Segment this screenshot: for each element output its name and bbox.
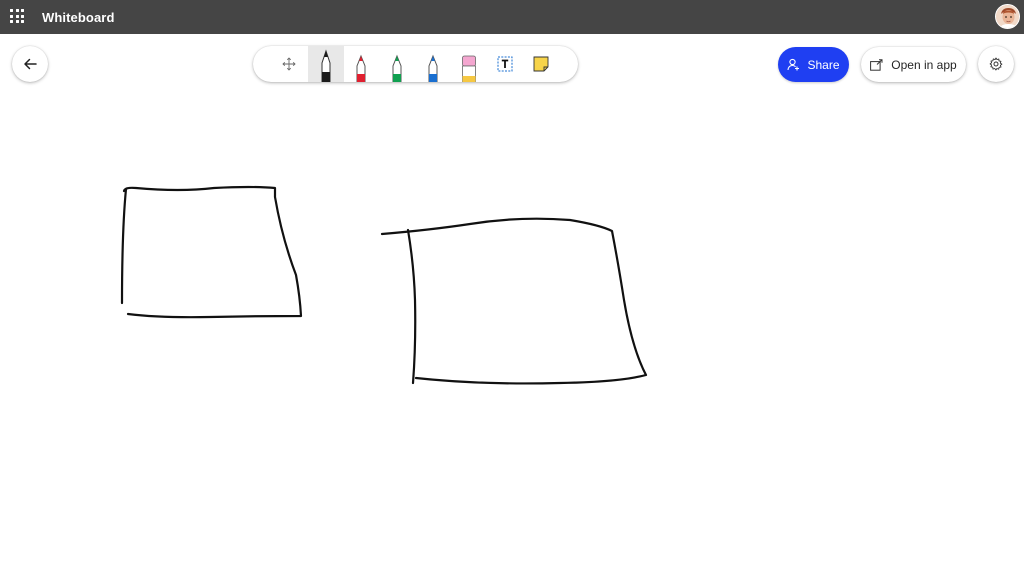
ink-stroke	[380, 217, 648, 385]
avatar[interactable]	[995, 4, 1020, 29]
app-bar: Whiteboard	[0, 0, 1024, 34]
app-launcher-icon[interactable]	[10, 9, 26, 25]
ink-stroke	[406, 228, 417, 385]
whiteboard-canvas[interactable]	[0, 34, 1024, 581]
ink-layer	[120, 185, 648, 385]
ink-stroke	[122, 185, 303, 319]
ink-stroke	[120, 187, 128, 305]
app-title: Whiteboard	[42, 9, 115, 25]
